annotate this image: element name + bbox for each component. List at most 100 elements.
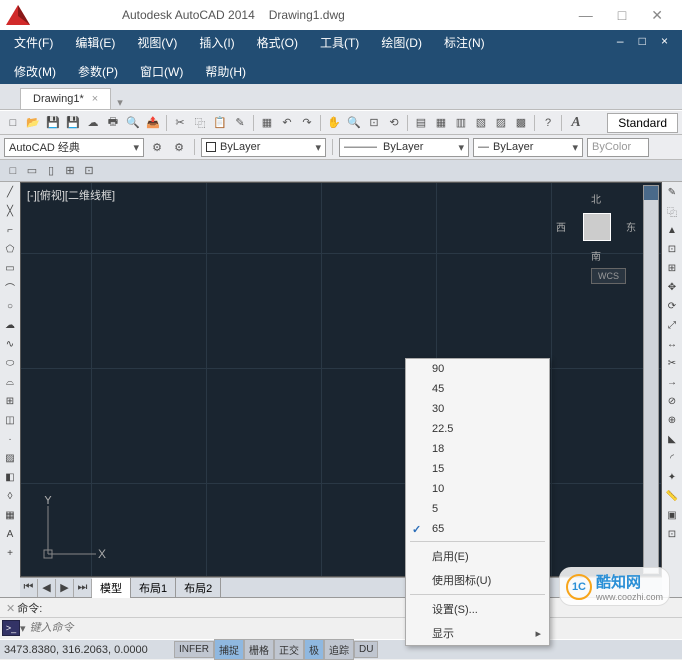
mi-30[interactable]: 30 — [406, 399, 549, 419]
cut-icon[interactable]: ✂ — [171, 114, 189, 132]
earc-icon[interactable]: ⌓ — [2, 374, 19, 391]
line-icon[interactable]: ╱ — [2, 184, 19, 201]
vp-dlg-icon[interactable]: ⊡ — [80, 162, 98, 180]
offset-icon[interactable]: ⊡ — [664, 241, 681, 258]
mi-45[interactable]: 45 — [406, 379, 549, 399]
menu-param[interactable]: 参数(P) — [72, 61, 124, 82]
vp-single-icon[interactable]: □ — [4, 162, 22, 180]
array-icon[interactable]: ⊞ — [664, 260, 681, 277]
addsel-icon[interactable]: + — [2, 545, 19, 562]
mi-display[interactable]: 显示▸ — [406, 621, 549, 645]
table-icon[interactable]: ▦ — [2, 507, 19, 524]
mi-enable[interactable]: 启用(E) — [406, 544, 549, 568]
measure-icon[interactable]: 📏 — [664, 488, 681, 505]
props-icon[interactable]: ▤ — [412, 114, 430, 132]
vp-restore-icon[interactable]: ⊞ — [61, 162, 79, 180]
lineweight-combo[interactable]: —ByLayer▾ — [473, 138, 583, 157]
point-icon[interactable]: · — [2, 431, 19, 448]
redo-icon[interactable]: ↷ — [298, 114, 316, 132]
select-icon[interactable]: ▣ — [664, 507, 681, 524]
group-icon[interactable]: ⊡ — [664, 526, 681, 543]
markup-icon[interactable]: ▨ — [492, 114, 510, 132]
sb-track[interactable]: 追踪 — [324, 639, 354, 660]
cmd-icon[interactable]: >_ — [2, 620, 20, 636]
menu-help[interactable]: 帮助(H) — [199, 61, 252, 82]
wcs-label[interactable]: WCS — [591, 268, 626, 284]
block-make-icon[interactable]: ◫ — [2, 412, 19, 429]
mtext-icon[interactable]: A — [2, 526, 19, 543]
tab-next-icon[interactable]: ▶ — [56, 579, 74, 597]
tab-prev-icon[interactable]: ◀ — [38, 579, 56, 597]
move-icon[interactable]: ✥ — [664, 279, 681, 296]
plot-icon[interactable]: 🖶 — [104, 114, 122, 132]
scale-icon[interactable]: ⤢ — [664, 317, 681, 334]
explode-icon[interactable]: ✦ — [664, 469, 681, 486]
sb-du[interactable]: DU — [354, 641, 378, 658]
tab-list-icon[interactable]: ▾ — [117, 96, 123, 109]
menu-modify[interactable]: 修改(M) — [8, 61, 62, 82]
trim-icon[interactable]: ✂ — [664, 355, 681, 372]
pline-icon[interactable]: ⌐ — [2, 222, 19, 239]
tp-icon[interactable]: ▥ — [452, 114, 470, 132]
close-button[interactable]: ✕ — [651, 7, 663, 24]
copy-obj-icon[interactable]: ⿻ — [664, 203, 681, 220]
mi-18[interactable]: 18 — [406, 439, 549, 459]
doc-close[interactable]: × — [655, 32, 674, 50]
menu-insert[interactable]: 插入(I) — [193, 32, 240, 53]
preview-icon[interactable]: 🔍 — [124, 114, 142, 132]
paste-icon[interactable]: 📋 — [211, 114, 229, 132]
insert-icon[interactable]: ⊞ — [2, 393, 19, 410]
sb-polar[interactable]: 极 — [304, 639, 324, 660]
doc-tab[interactable]: Drawing1* × — [20, 88, 111, 109]
calc-icon[interactable]: ▩ — [512, 114, 530, 132]
revcloud-icon[interactable]: ☁ — [2, 317, 19, 334]
region-icon[interactable]: ◊ — [2, 488, 19, 505]
rotate-icon[interactable]: ⟳ — [664, 298, 681, 315]
sb-infer[interactable]: INFER — [174, 641, 214, 658]
hatch-icon[interactable]: ▨ — [2, 450, 19, 467]
open-icon[interactable]: 📂 — [24, 114, 42, 132]
polygon-icon[interactable]: ⬠ — [2, 241, 19, 258]
mi-15[interactable]: 15 — [406, 459, 549, 479]
minimize-button[interactable]: — — [579, 7, 593, 24]
saveas-icon[interactable]: 💾 — [64, 114, 82, 132]
textstyle-icon[interactable]: A — [566, 114, 586, 132]
circle-icon[interactable]: ○ — [2, 298, 19, 315]
new-icon[interactable]: □ — [4, 114, 22, 132]
mirror-icon[interactable]: ▲ — [664, 222, 681, 239]
extend-icon[interactable]: → — [664, 374, 681, 391]
menu-file[interactable]: 文件(F) — [8, 32, 59, 53]
erase-icon[interactable]: ✎ — [664, 184, 681, 201]
mi-65[interactable]: 65 — [406, 519, 549, 539]
menu-format[interactable]: 格式(O) — [251, 32, 304, 53]
drawing-canvas[interactable]: [-][俯视][二维线框] 北 东 南 西 WCS YX — [20, 182, 662, 577]
break-icon[interactable]: ⊘ — [664, 393, 681, 410]
mi-10[interactable]: 10 — [406, 479, 549, 499]
join-icon[interactable]: ⊕ — [664, 412, 681, 429]
block-icon[interactable]: ▦ — [258, 114, 276, 132]
sb-ortho[interactable]: 正交 — [274, 639, 304, 660]
ws-gear-icon[interactable]: ⚙ — [170, 138, 188, 156]
coordinates[interactable]: 3473.8380, 316.2063, 0.0000 — [4, 644, 174, 656]
tab-first-icon[interactable]: ⏮ — [20, 579, 38, 597]
close-tab-icon[interactable]: × — [92, 93, 98, 105]
ellipse-icon[interactable]: ⬭ — [2, 355, 19, 372]
menu-view[interactable]: 视图(V) — [131, 32, 183, 53]
menu-window[interactable]: 窗口(W) — [134, 61, 189, 82]
help-icon[interactable]: ? — [539, 114, 557, 132]
mi-useicon[interactable]: 使用图标(U) — [406, 568, 549, 592]
arc-icon[interactable]: ⌒ — [2, 279, 19, 296]
workspace-combo[interactable]: AutoCAD 经典▾ — [4, 138, 144, 157]
viewcube-top[interactable] — [583, 213, 611, 241]
linetype-combo[interactable]: ———ByLayer▾ — [339, 138, 469, 157]
viewport-label[interactable]: [-][俯视][二维线框] — [27, 187, 115, 203]
save-icon[interactable]: 💾 — [44, 114, 62, 132]
color-combo[interactable]: ByColor — [587, 138, 649, 157]
menu-draw[interactable]: 绘图(D) — [375, 32, 428, 53]
fillet-icon[interactable]: ◜ — [664, 450, 681, 467]
xline-icon[interactable]: ╳ — [2, 203, 19, 220]
cloud-icon[interactable]: ☁ — [84, 114, 102, 132]
tab-model[interactable]: 模型 — [92, 578, 131, 598]
undo-icon[interactable]: ↶ — [278, 114, 296, 132]
viewcube[interactable]: 北 东 南 西 — [561, 191, 631, 261]
